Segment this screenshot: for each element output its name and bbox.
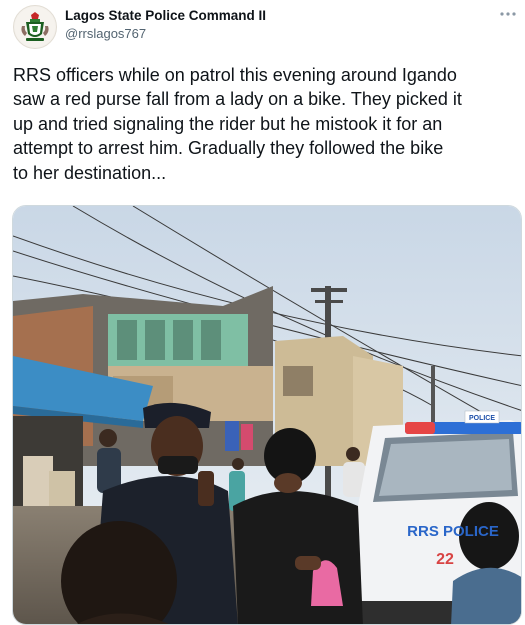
author-handle[interactable]: @rrslagos767	[65, 26, 146, 41]
vehicle-door-lettering: RRS POLICE	[407, 523, 499, 540]
street-scene-image: POLICE RRS POLICE 22	[13, 206, 521, 624]
tweet-photo[interactable]: POLICE RRS POLICE 22	[12, 205, 522, 625]
tweet-text: RRS officers while on patrol this evenin…	[13, 65, 462, 183]
tweet-header: Lagos State Police Command II @rrslagos7…	[0, 0, 525, 55]
more-options-button[interactable]	[497, 6, 519, 22]
author-avatar[interactable]	[13, 5, 57, 49]
vehicle-roof-sign: POLICE	[469, 415, 495, 422]
more-options-icon	[500, 12, 516, 16]
author-name[interactable]: Lagos State Police Command II	[65, 8, 266, 23]
vehicle-door-number: 22	[436, 551, 454, 568]
police-crest-icon	[15, 7, 55, 47]
